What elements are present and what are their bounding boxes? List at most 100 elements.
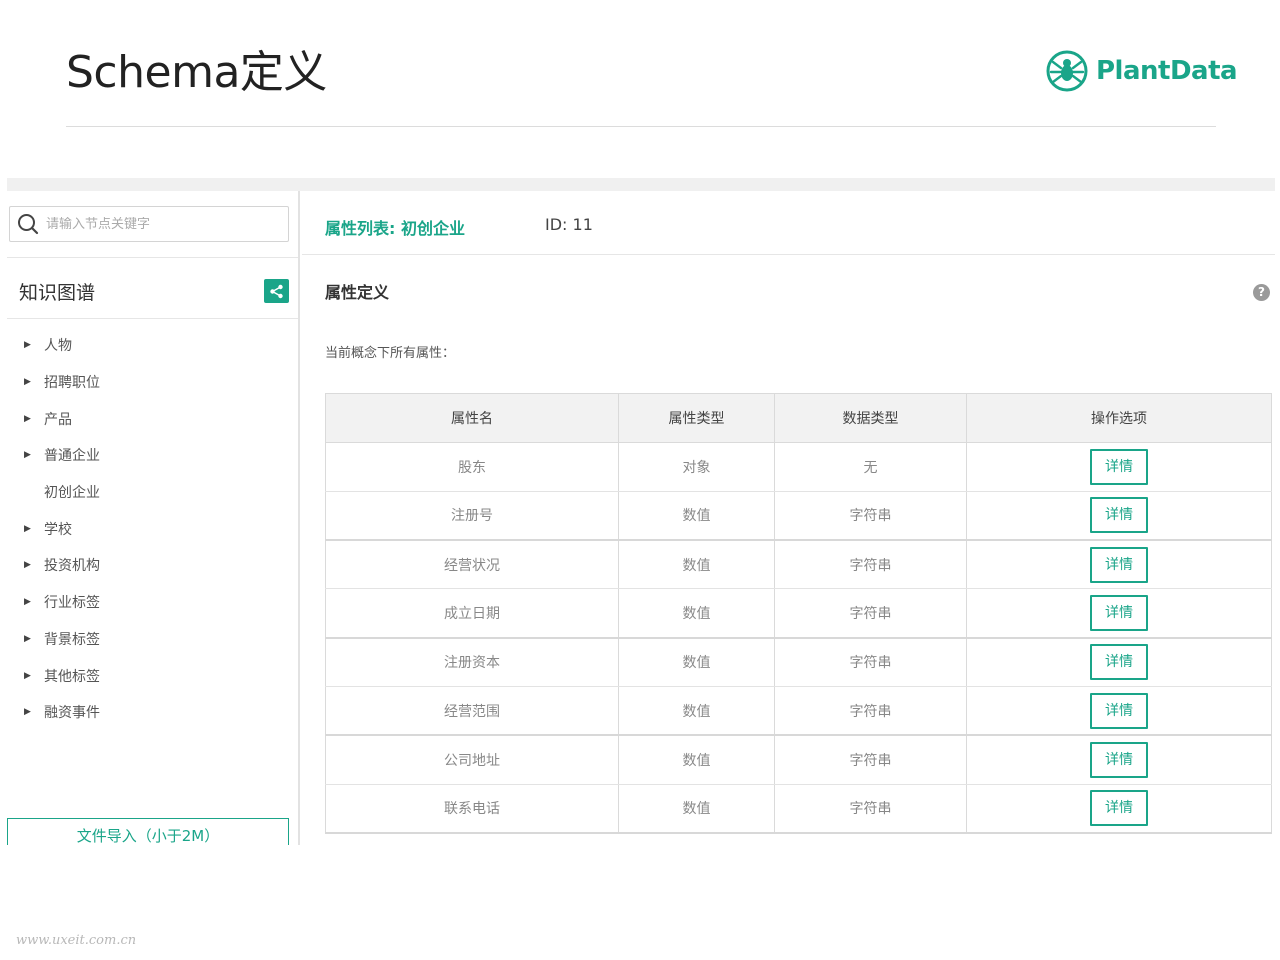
table-row: 经营状况 数值 字符串 详情	[325, 540, 1272, 590]
cell-name: 经营状况	[325, 540, 619, 590]
sidebar-item-label: 背景标签	[44, 631, 100, 648]
cell-name: 经营范围	[325, 686, 619, 737]
cell-prop-type: 对象	[618, 442, 775, 492]
detail-button[interactable]: 详情	[1090, 595, 1148, 632]
sidebar-item[interactable]: ▶ 人物	[7, 327, 298, 364]
caret-right-icon: ▶	[24, 523, 31, 534]
detail-button[interactable]: 详情	[1090, 546, 1148, 583]
cell-data-type: 字符串	[774, 735, 967, 785]
sidebar-item[interactable]: ▶ 背景标签	[7, 621, 298, 658]
cell-name: 注册资本	[325, 637, 619, 687]
table-header-row: 属性名 属性类型 数据类型 操作选项	[325, 393, 1272, 443]
caret-right-icon: ▶	[24, 633, 31, 644]
detail-button[interactable]: 详情	[1090, 692, 1148, 729]
sidebar-item-label: 人物	[44, 338, 72, 355]
sidebar-item[interactable]: ▶ 普通企业	[7, 437, 298, 474]
sidebar: 知识图谱 ▶人物▶招聘职位▶产品▶普通企业▶初创企业▶学校▶投资机构▶行业标签▶…	[7, 191, 300, 845]
sidebar-item-label: 行业标签	[44, 595, 100, 612]
col-header-prop-type: 属性类型	[618, 393, 775, 443]
cell-actions: 详情	[966, 588, 1272, 639]
cell-name: 公司地址	[325, 735, 619, 785]
table-row: 经营范围 数值 字符串 详情	[325, 686, 1272, 737]
cell-actions: 详情	[966, 735, 1272, 785]
caret-right-icon: ▶	[24, 377, 31, 388]
cell-actions: 详情	[966, 540, 1272, 590]
graph-view-button[interactable]	[264, 279, 289, 303]
cell-actions: 详情	[966, 491, 1272, 542]
section-title: 属性定义	[325, 283, 390, 302]
cell-data-type: 字符串	[774, 686, 967, 737]
kg-title: 知识图谱	[19, 282, 96, 304]
cell-data-type: 字符串	[774, 491, 967, 542]
cell-name: 成立日期	[325, 588, 619, 639]
sidebar-item-label: 初创企业	[44, 485, 100, 502]
kg-header: 知识图谱	[7, 257, 298, 319]
slide-divider	[66, 126, 1216, 127]
cell-data-type: 字符串	[774, 637, 967, 687]
cell-data-type: 字符串	[774, 540, 967, 590]
file-import-button[interactable]: 文件导入（小于2M）	[7, 818, 289, 845]
search-icon	[10, 207, 46, 241]
cell-data-type: 无	[774, 442, 967, 492]
table-row: 公司地址 数值 字符串 详情	[325, 735, 1272, 785]
table-row: 股东 对象无 详情	[325, 442, 1272, 492]
sidebar-item[interactable]: ▶ 招聘职位	[7, 364, 298, 401]
sidebar-item[interactable]: ▶ 行业标签	[7, 584, 298, 621]
concept-id: ID: 11	[545, 215, 593, 234]
brand-logo: PlantData	[1046, 50, 1238, 92]
detail-button[interactable]: 详情	[1090, 644, 1148, 681]
watermark: www.uxeit.com.cn	[16, 933, 137, 948]
caret-right-icon: ▶	[24, 707, 31, 718]
cell-prop-type: 数值	[618, 588, 775, 639]
cell-data-type: 字符串	[774, 588, 967, 639]
cell-data-type: 字符串	[774, 784, 967, 834]
sidebar-item[interactable]: ▶ 融资事件	[7, 694, 298, 731]
main-panel: 属性列表: 初创企业 ID: 11 属性定义 ? 当前概念下所有属性： 属性名 …	[302, 191, 1275, 845]
caret-right-icon: ▶	[24, 560, 31, 571]
col-header-data-type: 数据类型	[774, 393, 967, 443]
detail-button[interactable]: 详情	[1090, 448, 1148, 485]
cell-name: 股东	[325, 442, 619, 492]
cell-actions: 详情	[966, 637, 1272, 687]
cell-actions: 详情	[966, 784, 1272, 834]
cell-actions: 详情	[966, 686, 1272, 737]
col-header-name: 属性名	[325, 393, 619, 443]
cell-prop-type: 数值	[618, 637, 775, 687]
caret-right-icon: ▶	[24, 450, 31, 461]
detail-button[interactable]: 详情	[1090, 497, 1148, 534]
cell-name: 注册号	[325, 491, 619, 542]
main-header: 属性列表: 初创企业 ID: 11	[302, 191, 1275, 255]
cell-prop-type: 数值	[618, 784, 775, 834]
sidebar-item-label: 其他标签	[44, 668, 100, 685]
sidebar-item[interactable]: ▶ 投资机构	[7, 547, 298, 584]
slide-title: Schema定义	[66, 47, 327, 98]
caret-right-icon: ▶	[24, 597, 31, 608]
sidebar-item[interactable]: ▶初创企业	[7, 474, 298, 511]
sidebar-item-label: 产品	[44, 411, 72, 428]
share-graph-icon	[270, 284, 283, 298]
caret-right-icon: ▶	[24, 670, 31, 681]
sidebar-item[interactable]: ▶ 产品	[7, 400, 298, 437]
detail-button[interactable]: 详情	[1090, 741, 1148, 778]
sidebar-item-label: 招聘职位	[44, 375, 100, 392]
top-strip	[7, 178, 1275, 191]
detail-button[interactable]: 详情	[1090, 790, 1148, 827]
cell-name: 联系电话	[325, 784, 619, 834]
search-input[interactable]	[46, 216, 288, 232]
table-row: 联系电话 数值 字符串 详情	[325, 784, 1272, 834]
sidebar-item-label: 普通企业	[44, 448, 100, 465]
app-screenshot: 知识图谱 ▶人物▶招聘职位▶产品▶普通企业▶初创企业▶学校▶投资机构▶行业标签▶…	[7, 178, 1275, 845]
caret-right-icon: ▶	[24, 413, 31, 424]
cell-prop-type: 数值	[618, 735, 775, 785]
sidebar-item-label: 学校	[44, 521, 72, 538]
question-circle-icon[interactable]: ?	[1253, 284, 1270, 301]
cell-prop-type: 数值	[618, 491, 775, 542]
property-list-title: 属性列表: 初创企业	[325, 219, 465, 238]
sidebar-item[interactable]: ▶ 其他标签	[7, 657, 298, 694]
caret-right-icon: ▶	[24, 340, 31, 351]
cell-prop-type: 数值	[618, 686, 775, 737]
sidebar-item-label: 融资事件	[44, 705, 100, 722]
sidebar-item[interactable]: ▶ 学校	[7, 510, 298, 547]
cell-actions: 详情	[966, 442, 1272, 492]
col-header-actions: 操作选项	[966, 393, 1272, 443]
